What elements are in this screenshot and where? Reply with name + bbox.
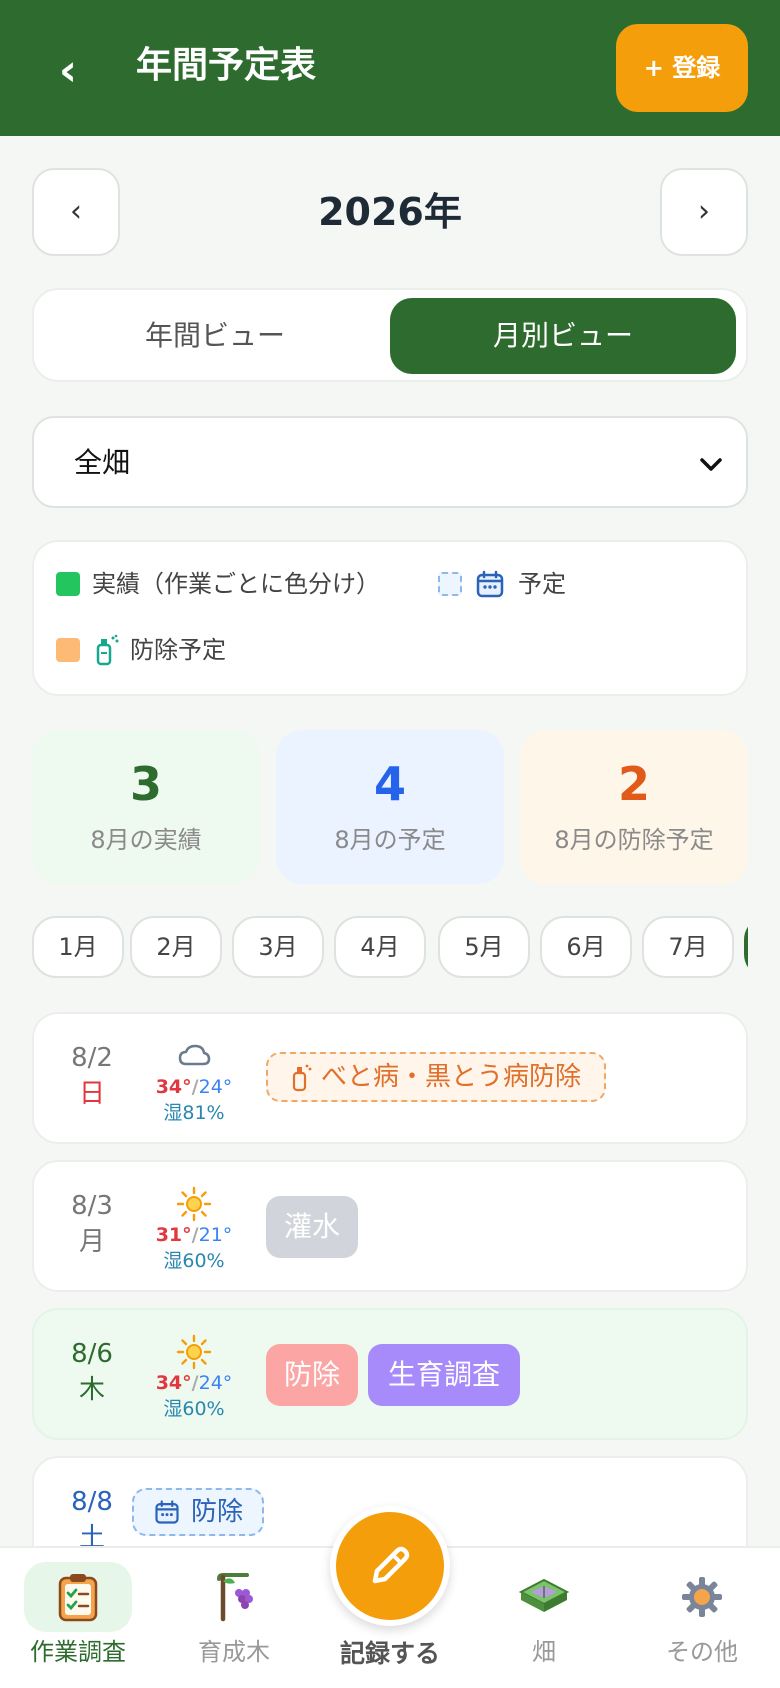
temp-low: 21° xyxy=(198,1224,233,1246)
record-swatch xyxy=(56,572,80,596)
next-year-button[interactable]: › xyxy=(660,168,748,256)
day-date-label: 8/8 xyxy=(71,1487,113,1517)
month-chip-7[interactable]: 7月 xyxy=(642,916,734,978)
grapevine-icon xyxy=(217,1573,253,1622)
temp-high: 31° xyxy=(155,1224,192,1246)
day-weekday: 月 xyxy=(78,1227,105,1257)
humidity: 湿60% xyxy=(163,1398,225,1420)
month-chip-3[interactable]: 3月 xyxy=(232,916,324,978)
temp-high: 34° xyxy=(155,1076,192,1098)
record-fab-button[interactable] xyxy=(330,1506,450,1626)
legend-plan-label: 予定 xyxy=(518,570,566,598)
stat-spray-plans-label: 8月の防除予定 xyxy=(554,826,714,854)
spray-plan-tag-label: べと病・黒とう病防除 xyxy=(320,1062,581,1092)
prev-year-button[interactable]: ‹ xyxy=(32,168,120,256)
field-icon xyxy=(518,1578,570,1612)
legend-spray-plan-label: 防除予定 xyxy=(130,636,226,664)
month-selector: 1月 2月 3月 4月 5月 6月 7月 8月 xyxy=(32,916,748,980)
day-weekday: 日 xyxy=(78,1079,105,1109)
humidity: 湿60% xyxy=(163,1250,225,1272)
day-date: 8/6 木 xyxy=(52,1336,132,1408)
chevron-down-icon xyxy=(700,458,722,471)
clipboard-icon xyxy=(58,1574,98,1622)
month-chip-2[interactable]: 2月 xyxy=(130,916,222,978)
nav-label: その他 xyxy=(666,1638,738,1666)
task-tag-irrigation[interactable]: 灌水 xyxy=(266,1196,358,1258)
temp-low: 24° xyxy=(198,1372,233,1394)
nav-label: 畑 xyxy=(532,1638,556,1666)
field-select-value: 全畑 xyxy=(74,446,131,479)
temp-separator: / xyxy=(191,1076,199,1098)
pencil-icon xyxy=(372,1546,410,1584)
temp-separator: / xyxy=(191,1372,199,1394)
stat-spray-plans-value: 2 xyxy=(617,757,650,811)
nav-label: 育成木 xyxy=(198,1638,270,1666)
task-tag-growth-survey[interactable]: 生育調査 xyxy=(368,1344,520,1406)
day-card-8-2[interactable]: 8/2 日 34°/24° 湿81% べと病・黒とう病防除 xyxy=(32,1012,748,1144)
month-chip-1[interactable]: 1月 xyxy=(32,916,124,978)
legend-spray-plan: 防除予定 xyxy=(56,630,226,670)
tab-yearly-view[interactable]: 年間ビュー xyxy=(42,298,388,374)
stat-records: 3 8月の実績 xyxy=(32,730,260,884)
stat-records-label: 8月の実績 xyxy=(90,826,202,854)
month-chip-8[interactable]: 8月 xyxy=(744,916,748,978)
stat-plans: 4 8月の予定 xyxy=(276,730,504,884)
weather: 34°/24° 湿60% xyxy=(146,1334,242,1422)
temp-low: 24° xyxy=(198,1076,233,1098)
task-tag-spray[interactable]: 防除 xyxy=(266,1344,358,1406)
register-button[interactable]: + 登録 xyxy=(616,24,748,112)
stat-records-value: 3 xyxy=(129,757,162,811)
spray-plan-tag[interactable]: べと病・黒とう病防除 xyxy=(266,1052,606,1102)
plan-tag-label: 防除 xyxy=(190,1497,243,1527)
sun-icon xyxy=(176,1334,212,1370)
nav-item-work-survey[interactable]: 作業調査 xyxy=(22,1562,134,1682)
sprayer-icon xyxy=(96,634,119,666)
legend-record: 実績（作業ごとに色分け） xyxy=(56,564,380,604)
nav-item-field[interactable]: 畑 xyxy=(488,1562,600,1682)
spray-plan-swatch xyxy=(56,638,80,662)
legend-record-label: 実績（作業ごとに色分け） xyxy=(92,570,380,598)
app-header: ‹ 年間予定表 + 登録 xyxy=(0,0,780,136)
day-card-8-3[interactable]: 8/3 月 31°/21° 湿60% 灌水 xyxy=(32,1160,748,1292)
tab-monthly-view[interactable]: 月別ビュー xyxy=(390,298,736,374)
stat-spray-plans: 2 8月の防除予定 xyxy=(520,730,748,884)
stat-plans-value: 4 xyxy=(373,757,406,811)
day-weekday: 木 xyxy=(78,1375,105,1405)
nav-item-other[interactable]: その他 xyxy=(646,1562,758,1682)
humidity: 湿81% xyxy=(163,1102,225,1124)
view-toggle: 年間ビュー 月別ビュー xyxy=(32,288,748,382)
day-date-label: 8/3 xyxy=(71,1191,113,1221)
temp-high: 34° xyxy=(155,1372,192,1394)
temp-separator: / xyxy=(191,1224,199,1246)
nav-label: 作業調査 xyxy=(30,1638,126,1666)
plan-tag[interactable]: 防除 xyxy=(132,1488,264,1536)
month-chip-4[interactable]: 4月 xyxy=(334,916,426,978)
year-title: 2026年 xyxy=(318,190,462,234)
page-title: 年間予定表 xyxy=(136,45,317,86)
legend: 実績（作業ごとに色分け） 予定 防除予定 xyxy=(32,540,748,696)
plan-swatch xyxy=(438,572,462,596)
record-fab-label: 記録する xyxy=(339,1639,440,1668)
day-date: 8/3 月 xyxy=(52,1188,132,1260)
sprayer-icon xyxy=(292,1064,312,1092)
calendar-icon xyxy=(476,570,504,598)
cloud-icon xyxy=(178,1044,211,1066)
calendar-icon xyxy=(155,1500,179,1524)
day-card-8-6[interactable]: 8/6 木 34°/24° 湿60% 防除 生育調査 xyxy=(32,1308,748,1440)
stat-plans-label: 8月の予定 xyxy=(334,826,446,854)
day-date-label: 8/6 xyxy=(71,1339,113,1369)
sun-icon xyxy=(176,1186,212,1222)
day-date: 8/2 日 xyxy=(52,1040,132,1112)
nav-item-growing-trees[interactable]: 育成木 xyxy=(178,1562,290,1682)
day-date-label: 8/2 xyxy=(71,1043,113,1073)
month-chip-6[interactable]: 6月 xyxy=(540,916,632,978)
month-chip-5[interactable]: 5月 xyxy=(438,916,530,978)
weather: 31°/21° 湿60% xyxy=(146,1186,242,1274)
back-button[interactable]: ‹ xyxy=(40,36,96,106)
legend-plan: 予定 xyxy=(438,564,566,604)
gear-icon xyxy=(682,1577,722,1617)
field-select[interactable]: 全畑 xyxy=(32,416,748,508)
weather: 34°/24° 湿81% xyxy=(146,1038,242,1126)
